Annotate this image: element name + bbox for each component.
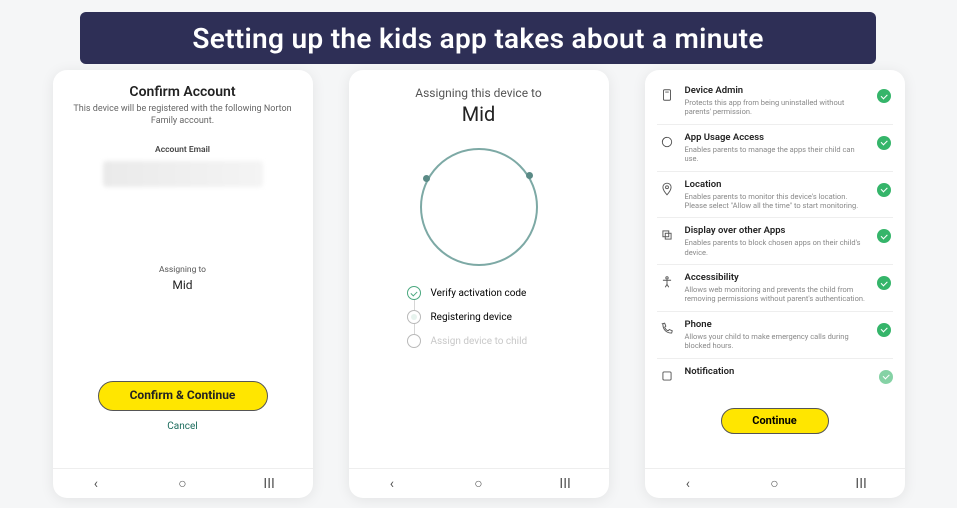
- accessibility-icon: [659, 274, 675, 290]
- permission-row[interactable]: Device Admin Protects this app from bein…: [657, 78, 893, 124]
- permission-desc: Protects this app from being uninstalled…: [685, 98, 867, 117]
- nav-back-button[interactable]: ‹: [673, 476, 703, 492]
- permission-desc: Enables parents to manage the apps their…: [685, 145, 867, 164]
- android-nav-bar: ‹ ○ III: [645, 468, 905, 498]
- nav-home-button[interactable]: ○: [463, 475, 493, 492]
- permission-row[interactable]: App Usage Access Enables parents to mana…: [657, 124, 893, 171]
- cancel-button[interactable]: Cancel: [53, 421, 313, 432]
- check-icon: [407, 286, 421, 300]
- permission-row[interactable]: Phone Allows your child to make emergenc…: [657, 311, 893, 358]
- progress-spinner: [420, 148, 538, 266]
- progress-dot-icon: [407, 310, 421, 324]
- phone-row: Confirm Account This device will be regi…: [0, 70, 957, 508]
- permission-desc: Enables parents to monitor this device's…: [685, 192, 867, 211]
- assign-child-name: Mid: [367, 102, 591, 126]
- assigning-child-name: Mid: [71, 278, 295, 292]
- overlay-icon: [659, 227, 675, 243]
- nav-back-button[interactable]: ‹: [81, 476, 111, 492]
- step-assign: Assign device to child: [407, 334, 591, 348]
- location-icon: [659, 181, 675, 197]
- account-email-label: Account Email: [71, 145, 295, 155]
- permission-list: Device Admin Protects this app from bein…: [655, 74, 895, 422]
- check-icon: [877, 323, 891, 337]
- nav-recent-button[interactable]: III: [550, 476, 580, 492]
- phone-confirm-account: Confirm Account This device will be regi…: [53, 70, 313, 498]
- step-verify: Verify activation code: [407, 286, 591, 300]
- nav-recent-button[interactable]: III: [846, 476, 876, 492]
- permission-title: Device Admin: [685, 85, 867, 96]
- pending-dot-icon: [407, 334, 421, 348]
- confirm-title: Confirm Account: [71, 84, 295, 100]
- permission-title: Display over other Apps: [685, 225, 867, 236]
- permission-row[interactable]: Display over other Apps Enables parents …: [657, 217, 893, 264]
- hero-banner: Setting up the kids app takes about a mi…: [80, 12, 876, 64]
- check-icon: [877, 136, 891, 150]
- permission-title: App Usage Access: [685, 132, 867, 143]
- device-admin-icon: [659, 87, 675, 103]
- assign-steps: Verify activation code Registering devic…: [367, 286, 591, 348]
- confirm-subtitle: This device will be registered with the …: [71, 104, 295, 127]
- assigning-label: Assigning to: [71, 265, 295, 275]
- assign-title: Assigning this device to: [367, 86, 591, 100]
- permission-row[interactable]: Notification: [657, 358, 893, 391]
- check-icon: [877, 276, 891, 290]
- check-icon: [877, 183, 891, 197]
- check-icon: [879, 370, 893, 384]
- permission-desc: Allows your child to make emergency call…: [685, 332, 867, 351]
- permission-title: Location: [685, 179, 867, 190]
- check-icon: [877, 89, 891, 103]
- permission-title: Accessibility: [685, 272, 867, 283]
- account-email-value: [103, 161, 263, 187]
- step-label: Registering device: [431, 312, 512, 323]
- step-label: Verify activation code: [431, 288, 527, 299]
- permission-row[interactable]: Location Enables parents to monitor this…: [657, 171, 893, 218]
- notification-icon: [659, 368, 675, 384]
- permission-desc: Allows web monitoring and prevents the c…: [685, 285, 867, 304]
- check-icon: [877, 229, 891, 243]
- nav-recent-button[interactable]: III: [254, 476, 284, 492]
- permission-title: Phone: [685, 319, 867, 330]
- phone-permissions: Device Admin Protects this app from bein…: [645, 70, 905, 498]
- step-label: Assign device to child: [431, 336, 528, 347]
- android-nav-bar: ‹ ○ III: [349, 468, 609, 498]
- phone-assigning-device: Assigning this device to Mid Verify acti…: [349, 70, 609, 498]
- continue-button[interactable]: Continue: [721, 408, 829, 434]
- permission-row[interactable]: Accessibility Allows web monitoring and …: [657, 264, 893, 311]
- permission-desc: Enables parents to block chosen apps on …: [685, 238, 867, 257]
- app-usage-icon: [659, 134, 675, 150]
- phone-icon: [659, 321, 675, 337]
- step-register: Registering device: [407, 310, 591, 324]
- confirm-continue-button[interactable]: Confirm & Continue: [98, 381, 268, 411]
- nav-back-button[interactable]: ‹: [377, 476, 407, 492]
- android-nav-bar: ‹ ○ III: [53, 468, 313, 498]
- nav-home-button[interactable]: ○: [167, 475, 197, 492]
- permission-title: Notification: [685, 366, 869, 377]
- nav-home-button[interactable]: ○: [759, 475, 789, 492]
